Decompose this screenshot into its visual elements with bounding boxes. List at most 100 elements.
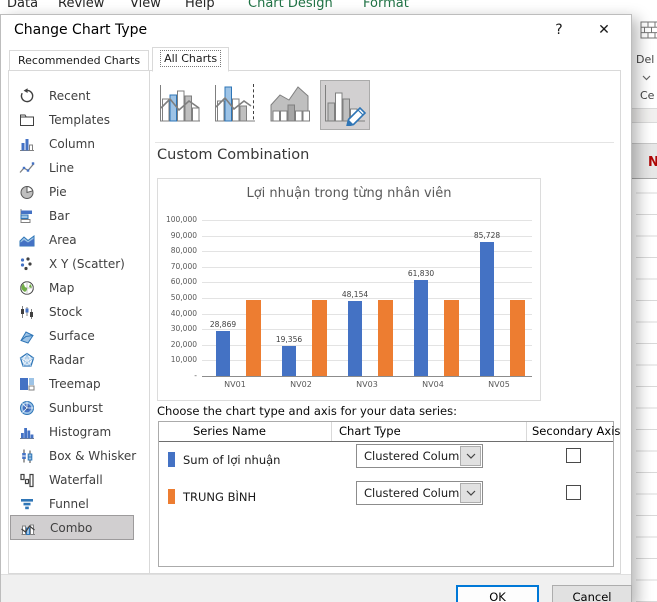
surface-icon: [19, 328, 35, 344]
sunburst-icon: [19, 400, 35, 416]
sidebar-item-pie[interactable]: Pie: [10, 179, 134, 204]
menu-item-chart-design[interactable]: Chart Design: [248, 0, 333, 11]
sidebar-item-templates[interactable]: Templates: [10, 107, 134, 132]
secondary-axis-checkbox[interactable]: [566, 448, 581, 463]
menu-item-review[interactable]: Review: [58, 0, 104, 11]
cancel-button[interactable]: Cancel: [552, 585, 632, 602]
chart-preview: Lợi nhuận trong từng nhân viên 100,00090…: [157, 178, 541, 401]
combo-icon: [20, 520, 36, 536]
combo-variant-stacked-area-clustered-column[interactable]: [265, 80, 315, 130]
sidebar-item-radar[interactable]: Radar: [10, 347, 134, 372]
combo-variant-custom-combination[interactable]: [320, 80, 370, 130]
sidebar-item-label: Waterfall: [49, 473, 103, 487]
sidebar-item-label: Line: [49, 161, 74, 175]
bar-nv04-series-1: [444, 300, 459, 376]
menu-item-data[interactable]: Data: [7, 0, 38, 11]
sidebar-item-funnel[interactable]: Funnel: [10, 491, 134, 516]
x-axis-label: NV05: [466, 380, 532, 389]
help-button[interactable]: ?: [548, 19, 570, 41]
y-tick-label: 40,000: [158, 309, 197, 318]
sidebar-item-waterfall[interactable]: Waterfall: [10, 467, 134, 492]
tab-recommended-charts[interactable]: Recommended Charts: [9, 50, 149, 71]
change-chart-type-dialog: Change Chart Type ? ✕ Recommended Charts…: [0, 14, 632, 602]
sidebar-item-stock[interactable]: Stock: [10, 299, 134, 324]
sidebar-item-treemap[interactable]: Treemap: [10, 371, 134, 396]
sidebar-item-surface[interactable]: Surface: [10, 323, 134, 348]
radar-icon: [19, 352, 35, 368]
menu-item-help[interactable]: Help: [185, 0, 215, 11]
col-header-chart-type: Chart Type: [339, 424, 401, 438]
sidebar-item-label: Stock: [49, 305, 82, 319]
dropdown-arrow-button[interactable]: [460, 446, 481, 466]
funnel-icon: [19, 496, 35, 512]
stock-icon: [19, 304, 35, 320]
sidebar-item-histogram[interactable]: Histogram: [10, 419, 134, 444]
x-axis-label: NV01: [202, 380, 268, 389]
chart-type-value: Clustered Column: [364, 482, 467, 504]
data-label: 28,869: [200, 320, 246, 329]
sidebar-item-x-y-scatter-[interactable]: X Y (Scatter): [10, 251, 134, 276]
menu-item-format[interactable]: Format: [363, 0, 409, 11]
excel-menubar: Data Review View Help Chart Design Format: [0, 0, 657, 13]
section-title: Custom Combination: [157, 147, 309, 163]
sidebar-item-label: Combo: [50, 521, 92, 535]
chart-type-dropdown[interactable]: Clustered Column: [356, 444, 483, 468]
sidebar-item-area[interactable]: Area: [10, 227, 134, 252]
secondary-axis-checkbox[interactable]: [566, 485, 581, 500]
series-caption: Choose the chart type and axis for your …: [157, 404, 457, 418]
sidebar-item-label: X Y (Scatter): [49, 257, 125, 271]
y-tick-label: -: [158, 371, 197, 380]
dropdown-arrow-button[interactable]: [460, 483, 481, 503]
sidebar-item-bar[interactable]: Bar: [10, 203, 134, 228]
chart-type-sidebar: Recent Templates Column Line PieBarArea X Y (…: [9, 71, 150, 573]
sidebar-item-label: Radar: [49, 353, 84, 367]
combo-variant-clustered-column-line-secondary-axis[interactable]: [210, 80, 260, 130]
chevron-down-icon[interactable]: [642, 66, 651, 85]
tab-label: Recommended Charts: [18, 54, 140, 67]
combo-variant-clustered-column-line[interactable]: [155, 80, 205, 130]
chart-title: Lợi nhuận trong từng nhân viên: [158, 186, 540, 201]
ok-button[interactable]: OK: [456, 585, 539, 602]
x-axis-line: [202, 376, 532, 377]
sidebar-item-recent[interactable]: Recent: [10, 83, 134, 108]
divider: [331, 422, 332, 441]
scatter-icon: [19, 256, 35, 272]
series-row-1: TRUNG BÌNH Clustered Column: [159, 478, 613, 515]
series-name: Sum of lợi nhuận: [183, 453, 280, 467]
sidebar-item-map[interactable]: Map: [10, 275, 134, 300]
clustered-column-line-icon: [157, 80, 203, 130]
sidebar-item-box-whisker[interactable]: Box & Whisker: [10, 443, 134, 468]
y-tick-label: 70,000: [158, 262, 197, 271]
menu-item-view[interactable]: View: [130, 0, 161, 11]
excel-background-strip: : Del Ce N: [629, 0, 657, 602]
sidebar-item-sunburst[interactable]: Sunburst: [10, 395, 134, 420]
sidebar-item-label: Treemap: [49, 377, 101, 391]
bar-nv03-series-1: [378, 300, 393, 376]
sidebar-item-column[interactable]: Column: [10, 131, 134, 156]
data-label: 19,356: [266, 335, 312, 344]
series-table: Series Name Chart Type Secondary Axis Su…: [158, 421, 614, 567]
sidebar-item-label: Surface: [49, 329, 95, 343]
chart-type-value: Clustered Column: [364, 445, 467, 467]
cell-styles-icon[interactable]: [640, 18, 657, 46]
close-button[interactable]: ✕: [593, 19, 615, 41]
column-icon: [19, 136, 35, 152]
col-header-series-name: Series Name: [193, 424, 266, 438]
sidebar-item-line[interactable]: Line: [10, 155, 134, 180]
divider: [526, 422, 527, 441]
series-swatch: [168, 489, 175, 504]
sidebar-item-label: Map: [49, 281, 74, 295]
sidebar-item-combo[interactable]: Combo: [10, 515, 134, 540]
dialog-tabs: Recommended Charts All Charts: [9, 48, 232, 71]
cell-text-fragment: N: [648, 155, 657, 170]
series-name: TRUNG BÌNH: [183, 490, 256, 504]
box-whisker-icon: [19, 448, 35, 464]
sidebar-item-label: Templates: [49, 113, 110, 127]
custom-combination-icon: [322, 80, 368, 130]
ribbon-delete-label[interactable]: Del: [636, 53, 654, 66]
bar-group-nv04: 61,830: [404, 220, 470, 376]
bar-nv02-series-0: [282, 346, 296, 376]
divider: [155, 142, 614, 143]
tab-all-charts[interactable]: All Charts: [152, 47, 229, 72]
chart-type-dropdown[interactable]: Clustered Column: [356, 481, 483, 505]
